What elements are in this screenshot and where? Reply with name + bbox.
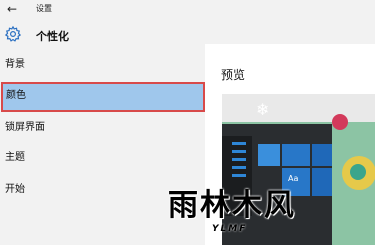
- flower-decoration: [332, 114, 348, 130]
- title-bar: ← 设置: [0, 0, 375, 20]
- menu-line: [232, 142, 246, 145]
- preview-tile: [258, 144, 280, 166]
- menu-line: [232, 166, 246, 169]
- sidebar-item-lock-screen[interactable]: 锁屏界面: [0, 113, 204, 143]
- menu-line: [232, 158, 246, 161]
- gear-icon: [4, 25, 22, 42]
- snowflake-icon: ❄: [256, 100, 270, 119]
- menu-line: [232, 174, 246, 177]
- watermark: 雨林木风 YLMF: [168, 180, 375, 245]
- sidebar-item-colors[interactable]: 颜色: [1, 82, 205, 112]
- page-title: 个性化: [36, 30, 69, 43]
- sidebar-item-background[interactable]: 背景: [0, 50, 204, 80]
- watermark-logo-subtext: YLMF: [212, 224, 248, 234]
- preview-heading: 预览: [221, 68, 246, 82]
- watermark-logo-text: 雨林木风: [168, 188, 296, 223]
- preview-tile: [282, 144, 310, 166]
- menu-line: [232, 150, 246, 153]
- preview-window-bar: [222, 94, 375, 122]
- window-title: 设置: [36, 4, 52, 13]
- sidebar-item-themes[interactable]: 主题: [0, 143, 204, 173]
- back-arrow-icon[interactable]: ←: [4, 2, 20, 16]
- preview-tile: [312, 144, 332, 166]
- flower-decoration: [350, 164, 366, 180]
